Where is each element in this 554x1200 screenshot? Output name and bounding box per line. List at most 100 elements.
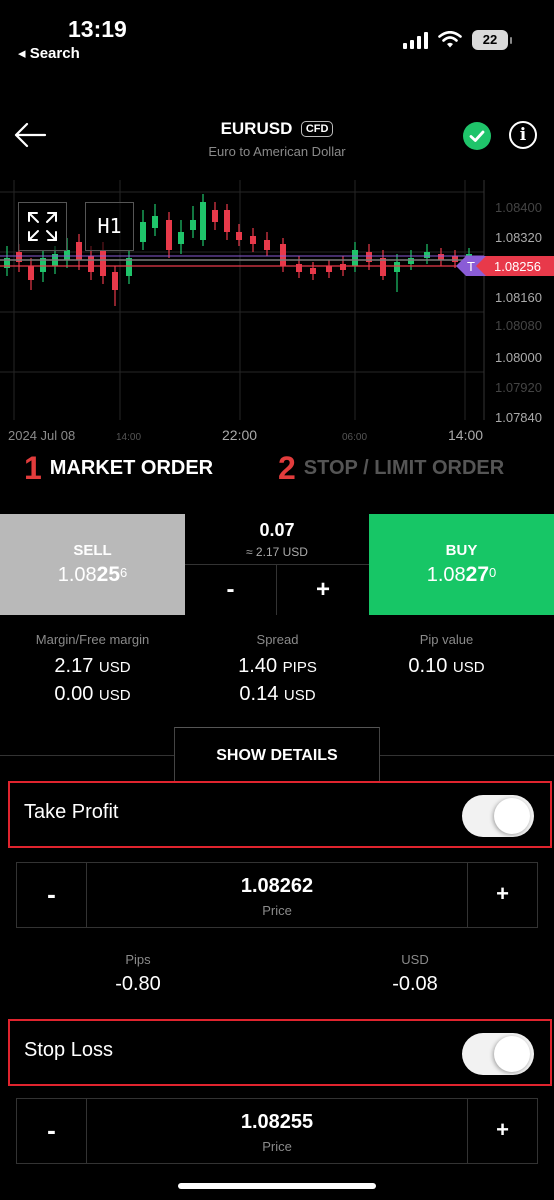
quantity-value: 0.07 (259, 520, 295, 540)
buy-label: BUY (445, 542, 478, 559)
price-axis-label: 1.07840 (495, 410, 542, 425)
info-icon[interactable]: i (509, 121, 537, 149)
expand-icon (28, 212, 57, 241)
current-price-tag-label: 1.08256 (494, 259, 541, 274)
show-details-button[interactable]: SHOW DETAILS (174, 727, 380, 783)
annotation-number-1: 1 (24, 450, 42, 486)
quantity-stepper: 0.07 ≈ 2.17 USD - + (185, 514, 369, 615)
candle-body (408, 258, 414, 264)
candle-body (88, 256, 94, 272)
take-profit-price-stepper: - 1.08262 Price + (16, 862, 538, 928)
price-axis-label: 1.08400 (495, 200, 542, 215)
candle-body (296, 264, 302, 272)
order-stats: Margin/Free margin 2.17 USD 0.00 USD Spr… (0, 632, 554, 722)
candle-body (326, 266, 332, 272)
candle-body (394, 262, 400, 272)
status-icons: 22 (403, 30, 512, 50)
price-axis-label: 1.08320 (495, 230, 542, 245)
quantity-increase-button[interactable]: + (277, 564, 369, 615)
stop-loss-row: Stop Loss (8, 1019, 552, 1086)
candle-body (212, 210, 218, 222)
candle-body (166, 220, 172, 250)
usd-value: -0.08 (392, 973, 438, 995)
toggle-knob (494, 1036, 530, 1072)
spread-stat: Spread 1.40 PIPS 0.14 USD (185, 632, 370, 709)
cellular-signal-icon (403, 31, 428, 49)
stop-loss-label: Stop Loss (24, 1039, 113, 1061)
toggle-knob (494, 798, 530, 834)
price-chart[interactable]: 1.08400 1.08320 1.08160 1.08080 1.08000 1.079… (0, 180, 554, 445)
instrument-header: EURUSD CFD Euro to American Dollar i (0, 110, 554, 170)
price-axis-label: 1.08080 (495, 318, 542, 333)
candlestick-chart: 1.08400 1.08320 1.08160 1.08080 1.08000 1.079… (0, 180, 554, 443)
candle-body (224, 210, 230, 232)
candle-body (28, 266, 34, 280)
stop-loss-price-value[interactable]: 1.08255 (87, 1111, 467, 1134)
trade-panel: SELL 1.08256 0.07 ≈ 2.17 USD - + BUY 1.0… (0, 514, 554, 615)
price-axis-label: 1.08000 (495, 350, 542, 365)
take-profit-price-value[interactable]: 1.08262 (87, 875, 467, 898)
stop-loss-increase-button[interactable]: + (467, 1099, 537, 1163)
take-profit-increase-button[interactable]: + (467, 863, 537, 927)
candle-body (200, 202, 206, 240)
candle-body (280, 244, 286, 266)
candle-body (452, 256, 458, 262)
stop-loss-price-stepper: - 1.08255 Price + (16, 1098, 538, 1164)
stop-loss-price-label: Price (262, 1139, 292, 1154)
pips-value: -0.80 (115, 973, 161, 995)
sell-label: SELL (73, 542, 112, 559)
time-axis-label: 2024 Jul 08 (8, 428, 75, 443)
status-bar: 13:19 ◂ Search 22 (0, 0, 554, 70)
candle-body (264, 240, 270, 250)
candle-body (310, 268, 316, 274)
timeframe-button[interactable]: H1 (85, 202, 134, 251)
candle-body (140, 222, 146, 242)
spread-usd-value: 0.14 USD (239, 683, 316, 705)
candle-body (64, 250, 70, 260)
quantity-decrease-button[interactable]: - (185, 564, 277, 615)
back-to-search-link[interactable]: ◂ Search (18, 44, 80, 62)
spread-pips-value: 1.40 PIPS (238, 655, 317, 677)
margin-stat: Margin/Free margin 2.17 USD 0.00 USD (0, 632, 185, 709)
annotation-number-2: 2 (278, 450, 296, 486)
take-profit-decrease-button[interactable]: - (17, 863, 87, 927)
quantity-approx-value: ≈ 2.17 USD (246, 545, 308, 559)
buy-button[interactable]: BUY 1.08270 (369, 514, 554, 615)
wifi-icon (438, 31, 462, 48)
buy-price: 1.08270 (426, 563, 497, 586)
candle-body (340, 264, 346, 270)
take-profit-label: Take Profit (24, 801, 119, 823)
sell-button[interactable]: SELL 1.08256 (0, 514, 185, 615)
candle-body (236, 232, 242, 240)
tab-market-order[interactable]: 1 MARKET ORDER (24, 450, 213, 487)
stop-loss-toggle[interactable] (462, 1033, 534, 1075)
candle-body (152, 216, 158, 228)
candle-body (76, 242, 82, 260)
candle-body (190, 220, 196, 230)
take-profit-pips: Pips -0.80 (48, 952, 228, 996)
candle-body (178, 232, 184, 244)
expand-chart-button[interactable] (18, 202, 67, 251)
take-profit-usd: USD -0.08 (325, 952, 505, 996)
spread-label: Spread (256, 632, 299, 647)
margin-label: Margin/Free margin (35, 632, 150, 647)
cfd-badge: CFD (300, 121, 334, 137)
time-axis-label: 06:00 (342, 432, 367, 443)
check-icon[interactable] (463, 122, 491, 150)
candle-body (424, 252, 430, 258)
stop-loss-decrease-button[interactable]: - (17, 1099, 87, 1163)
usd-label: USD (401, 952, 429, 967)
tab-stop-limit-order[interactable]: 2 STOP / LIMIT ORDER (278, 450, 504, 487)
margin-value: 2.17 USD (54, 655, 131, 677)
instrument-symbol: EURUSD (220, 119, 293, 138)
battery-icon: 22 (472, 30, 512, 50)
status-time: 13:19 (68, 16, 127, 42)
pips-label: Pips (125, 952, 151, 967)
take-profit-tag-label: T (467, 259, 475, 274)
time-axis-label: 14:00 (448, 427, 483, 443)
pip-value: 0.10 USD (408, 655, 485, 677)
candle-body (100, 250, 106, 276)
tab-market-order-label: MARKET ORDER (49, 457, 214, 479)
take-profit-toggle[interactable] (462, 795, 534, 837)
pip-value-stat: Pip value 0.10 USD (354, 632, 539, 681)
